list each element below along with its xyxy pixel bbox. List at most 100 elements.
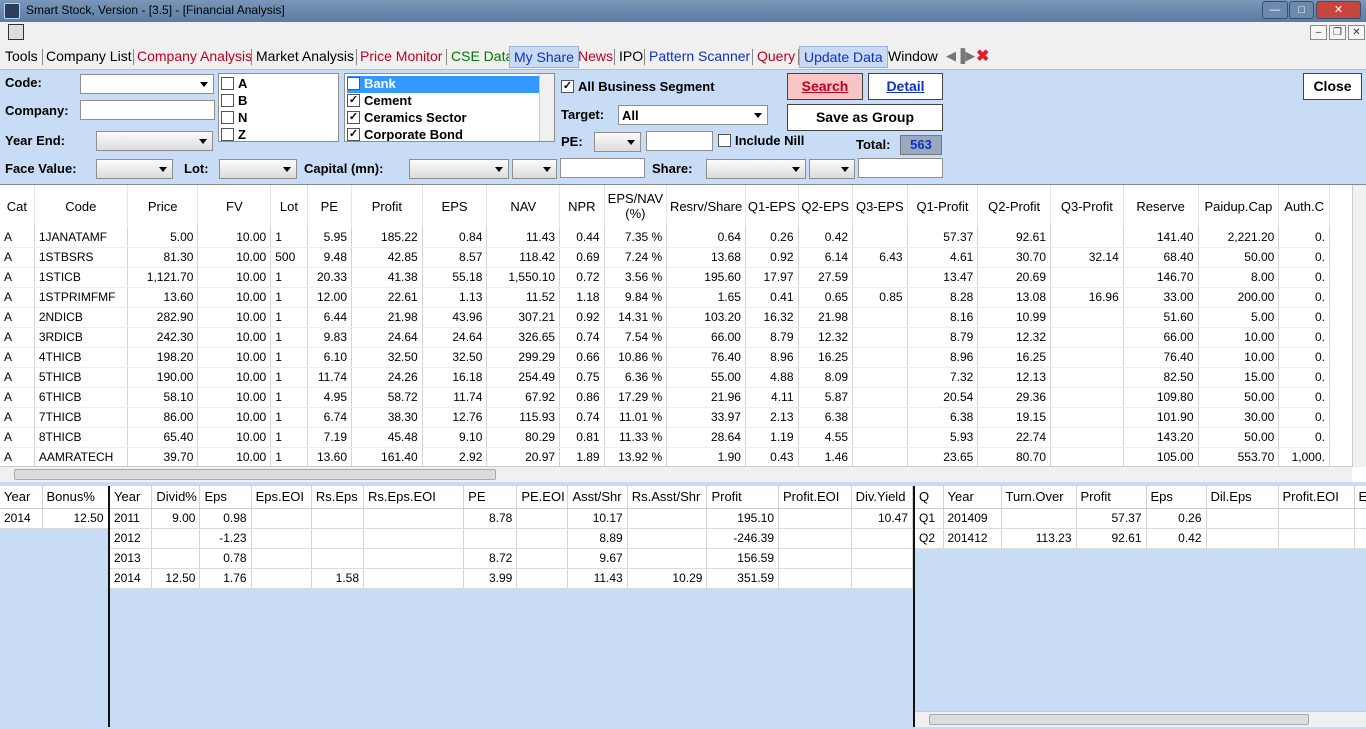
column-header[interactable]: EPS bbox=[422, 185, 488, 227]
category-item[interactable]: Z bbox=[221, 127, 246, 141]
lot-combo[interactable] bbox=[219, 159, 297, 179]
column-header[interactable]: Dil.Eps bbox=[1206, 486, 1279, 509]
pe-value-input[interactable] bbox=[646, 131, 713, 151]
minimize-window-button[interactable]: — bbox=[1262, 1, 1288, 19]
menu-pattern-scanner[interactable]: Pattern Scanner bbox=[649, 48, 750, 64]
menu-update-data[interactable]: Update Data bbox=[799, 46, 888, 68]
capital-combo[interactable] bbox=[409, 159, 509, 179]
sector-item[interactable]: ✓ Ceramics Sector bbox=[347, 110, 467, 127]
table-row[interactable]: 2011 9.00 0.98 8.78 10.17 195.10 10.47 bbox=[110, 508, 913, 529]
column-header[interactable]: Q3-EPS bbox=[852, 185, 908, 227]
mdi-close-button[interactable]: ✕ bbox=[1348, 25, 1365, 40]
column-header[interactable]: Cat bbox=[0, 185, 35, 227]
column-header[interactable]: Divid% bbox=[151, 486, 201, 509]
quarter-horizontal-scrollbar[interactable] bbox=[915, 711, 1366, 727]
column-header[interactable]: Turn.Over bbox=[1001, 486, 1077, 509]
column-header[interactable]: NPR bbox=[559, 185, 605, 227]
vertical-scrollbar[interactable] bbox=[1352, 185, 1366, 467]
close-x-icon[interactable]: ✖ bbox=[976, 46, 989, 66]
table-row[interactable]: A 2NDICB 282.90 10.00 1 6.44 21.98 43.96 307.21 0… bbox=[0, 307, 1330, 328]
column-header[interactable]: Q2-EPS bbox=[798, 185, 854, 227]
column-header[interactable]: PE bbox=[307, 185, 353, 227]
checkbox-icon[interactable] bbox=[221, 128, 234, 141]
checkbox-checked-icon[interactable]: ✓ bbox=[347, 94, 360, 108]
column-header[interactable]: Profit.EOI bbox=[1278, 486, 1355, 509]
search-button[interactable]: Search bbox=[787, 73, 863, 100]
table-row[interactable]: A 7THICB 86.00 10.00 1 6.74 38.30 12.76 115.93 0.… bbox=[0, 407, 1330, 428]
table-row[interactable]: A 1JANATAMF 5.00 10.00 1 5.95 185.22 0.84 11.43 0… bbox=[0, 227, 1330, 248]
menu-cse-data[interactable]: CSE Data bbox=[451, 48, 513, 64]
menu-query[interactable]: Query bbox=[757, 48, 795, 64]
table-row[interactable]: Q2 201412 113.23 92.61 0.42 bbox=[915, 528, 1366, 549]
share-combo[interactable] bbox=[706, 159, 806, 179]
share-operator-combo[interactable] bbox=[809, 159, 855, 179]
sector-list-scrollbar[interactable] bbox=[539, 74, 554, 141]
category-item[interactable]: N bbox=[221, 110, 247, 127]
menu-price-monitor[interactable]: Price Monitor bbox=[360, 48, 442, 64]
company-input[interactable] bbox=[80, 100, 215, 120]
category-item[interactable]: B bbox=[221, 93, 247, 110]
column-header[interactable]: Q2-Profit bbox=[977, 185, 1052, 227]
column-header[interactable]: Eps bbox=[1146, 486, 1207, 509]
detail-button[interactable]: Detail bbox=[868, 73, 943, 100]
menu-window[interactable]: Window bbox=[888, 48, 938, 64]
table-row[interactable]: 2014 12.50 bbox=[0, 508, 108, 529]
scroll-thumb[interactable] bbox=[929, 714, 1309, 725]
column-header[interactable]: PE.EOI bbox=[516, 486, 569, 509]
column-header[interactable]: Rs.Asst/Shr bbox=[627, 486, 708, 509]
column-header[interactable]: Q1-EPS bbox=[745, 185, 799, 227]
column-header[interactable]: Year bbox=[943, 486, 1002, 509]
column-header[interactable]: Resrv/Share bbox=[666, 185, 746, 227]
column-header[interactable]: Year bbox=[110, 486, 153, 509]
table-row[interactable]: A 3RDICB 242.30 10.00 1 9.83 24.64 24.64 326.65 0… bbox=[0, 327, 1330, 348]
column-header[interactable]: FV bbox=[197, 185, 272, 227]
save-as-group-button[interactable]: Save as Group bbox=[787, 104, 943, 131]
column-header[interactable]: Q1-Profit bbox=[907, 185, 979, 227]
capital-value-input[interactable] bbox=[560, 158, 645, 178]
scroll-thumb[interactable] bbox=[14, 469, 496, 480]
face-value-combo[interactable] bbox=[96, 159, 173, 179]
column-header[interactable]: Profit.EOI bbox=[778, 486, 852, 509]
column-header[interactable]: Q3-Profit bbox=[1050, 185, 1124, 227]
checkbox-icon[interactable] bbox=[221, 77, 234, 91]
mdi-minimize-button[interactable]: – bbox=[1310, 25, 1327, 40]
column-header[interactable]: Div.Yield bbox=[851, 486, 913, 509]
horizontal-scrollbar[interactable] bbox=[0, 466, 1352, 482]
column-header[interactable]: Code bbox=[34, 185, 128, 227]
table-row[interactable]: A 1STICB 1,121.70 10.00 1 20.33 41.38 55.18 1,55… bbox=[0, 267, 1330, 288]
close-window-button[interactable]: ✕ bbox=[1316, 1, 1361, 19]
code-combo[interactable] bbox=[80, 74, 214, 94]
table-row[interactable]: Q1 201409 57.37 0.26 bbox=[915, 508, 1366, 529]
all-business-segment-checkbox[interactable]: ✓ All Business Segment bbox=[561, 79, 715, 94]
checkbox-icon[interactable] bbox=[221, 111, 234, 125]
table-row[interactable]: 2013 0.78 8.72 9.67 156.59 bbox=[110, 548, 913, 569]
column-header[interactable]: EPS/NAV (%) bbox=[604, 185, 668, 227]
column-header[interactable]: Reserve bbox=[1123, 185, 1199, 227]
checkbox-checked-icon[interactable]: ✓ bbox=[347, 128, 360, 141]
column-header[interactable]: Bonus% bbox=[42, 486, 108, 509]
table-row[interactable]: A 1STBSRS 81.30 10.00 500 9.48 42.85 8.57 118.42… bbox=[0, 247, 1330, 268]
table-row[interactable]: 2014 12.50 1.76 1.58 3.99 11.43 10.29 351.59 bbox=[110, 568, 913, 589]
target-combo[interactable]: All bbox=[618, 105, 768, 125]
table-row[interactable]: 2012 -1.23 8.89 -246.39 bbox=[110, 528, 913, 549]
sector-item[interactable]: ✓ Corporate Bond bbox=[347, 127, 463, 141]
column-header[interactable]: Profit bbox=[706, 486, 779, 509]
column-header[interactable]: Rs.Eps.EOI bbox=[363, 486, 465, 509]
close-button[interactable]: Close bbox=[1303, 73, 1362, 100]
table-row[interactable]: A 1STPRIMFMF 13.60 10.00 1 12.00 22.61 1.13 11.5… bbox=[0, 287, 1330, 308]
menu-company-list[interactable]: Company List bbox=[46, 48, 132, 64]
table-row[interactable]: A AAMRATECH 39.70 10.00 1 13.60 161.40 2.92 20.9… bbox=[0, 447, 1330, 468]
menu-market-analysis[interactable]: Market Analysis bbox=[256, 48, 354, 64]
mdi-restore-button[interactable]: ❐ bbox=[1329, 25, 1346, 40]
menu-tools[interactable]: Tools bbox=[5, 48, 38, 64]
capital-operator-combo[interactable] bbox=[512, 159, 557, 179]
category-item[interactable]: A bbox=[221, 76, 247, 93]
column-header[interactable]: NAV bbox=[486, 185, 561, 227]
column-header[interactable]: Profit bbox=[1076, 486, 1147, 509]
column-header[interactable]: Price bbox=[127, 185, 199, 227]
nav-arrows-icon[interactable]: ◀▐▶ bbox=[946, 48, 975, 64]
menu-news[interactable]: News bbox=[578, 48, 613, 64]
category-list[interactable]: A B N Z bbox=[218, 73, 339, 142]
table-row[interactable]: A 4THICB 198.20 10.00 1 6.10 32.50 32.50 299.29 0… bbox=[0, 347, 1330, 368]
sector-item[interactable]: ✓ Cement bbox=[347, 93, 412, 110]
